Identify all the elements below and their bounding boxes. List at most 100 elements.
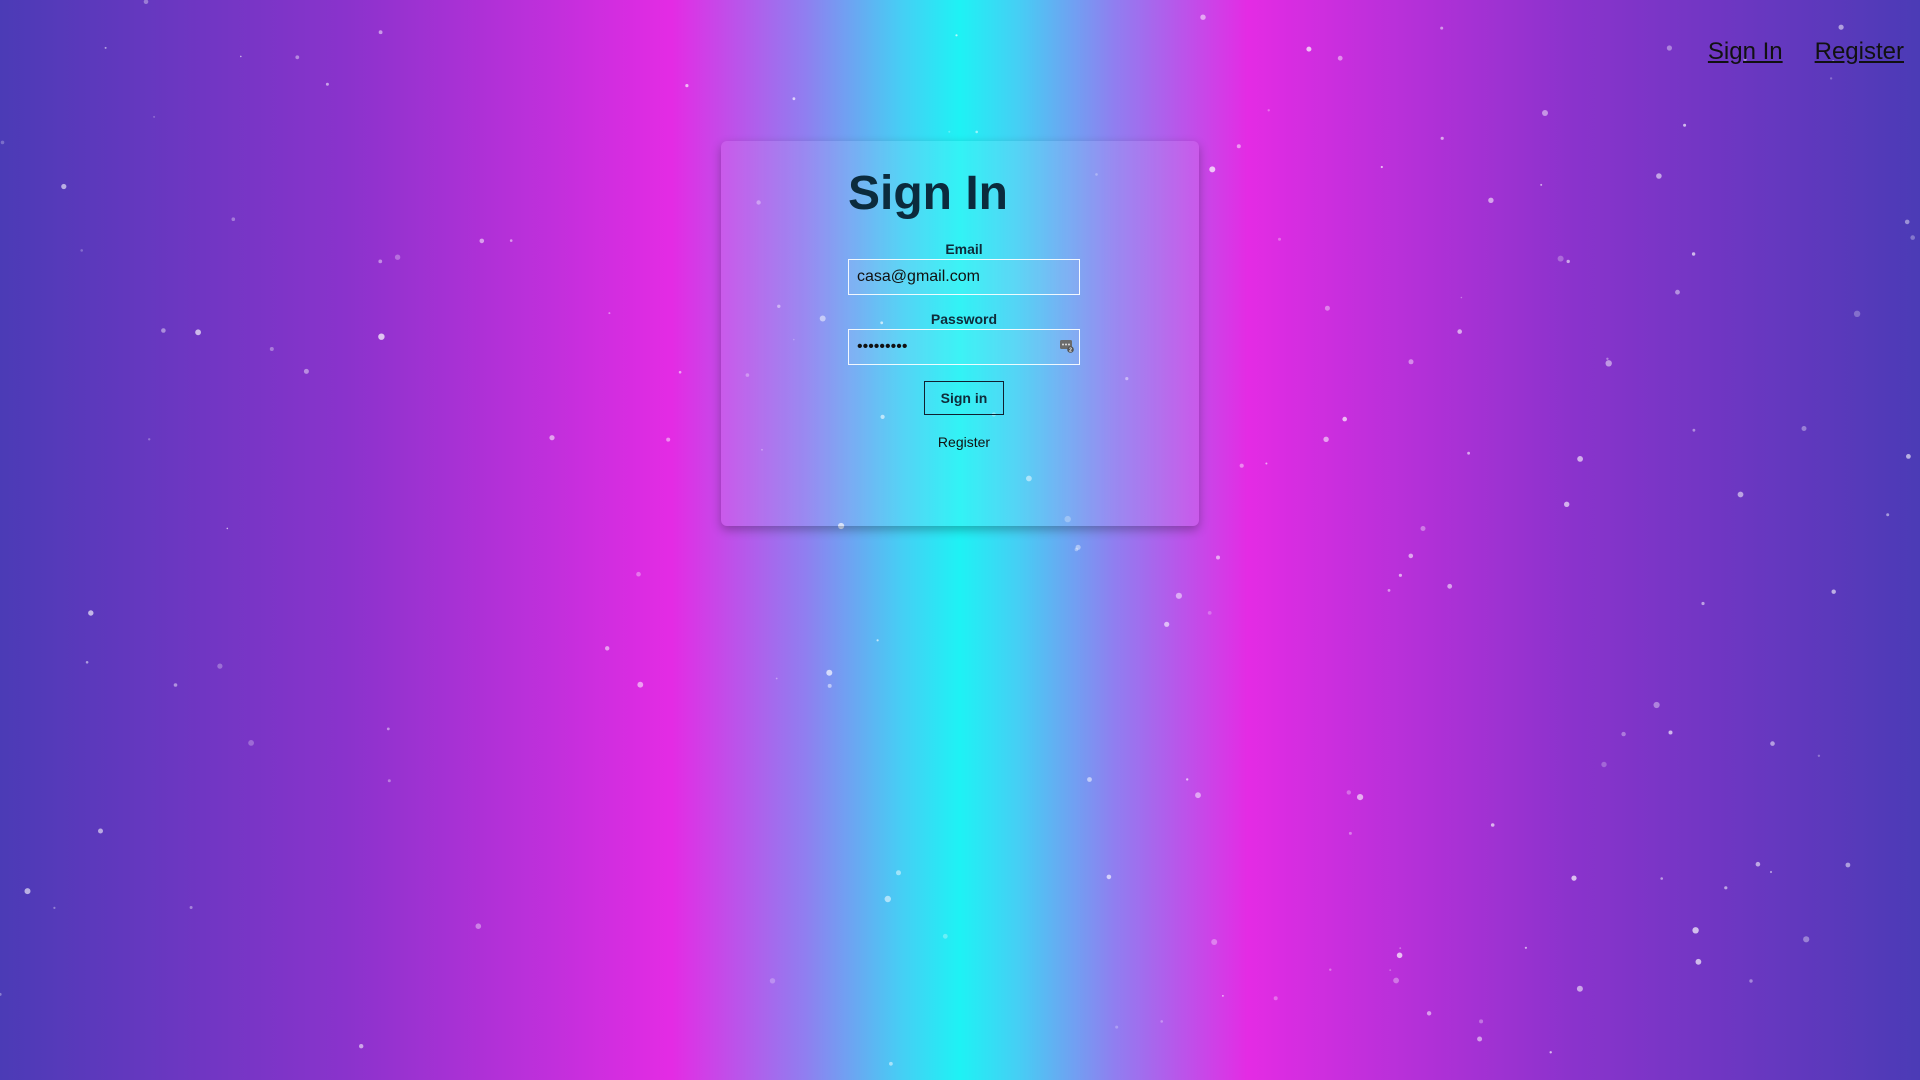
star-dot [889, 1061, 893, 1066]
star-dot [80, 249, 83, 252]
star-dot [1605, 360, 1612, 367]
star-dot [1164, 621, 1170, 627]
nav-sign-in-link[interactable]: Sign In [1708, 38, 1783, 66]
svg-text:2: 2 [1069, 348, 1072, 354]
star-dot [143, 0, 149, 4]
star-dot [1479, 1019, 1484, 1024]
star-dot [248, 740, 255, 746]
star-dot [1267, 109, 1270, 112]
star-dot [1910, 235, 1915, 240]
star-dot [161, 328, 166, 333]
star-dot [1691, 252, 1696, 256]
star-dot [1668, 730, 1673, 735]
star-dot [217, 663, 223, 669]
star-dot [1566, 259, 1570, 264]
star-dot [1396, 952, 1403, 959]
star-dot [148, 438, 151, 441]
star-dot [775, 677, 778, 680]
page-title: Sign In [848, 167, 1008, 220]
star-dot [1265, 462, 1268, 465]
star-dot [1393, 977, 1399, 984]
star-dot [1447, 583, 1453, 589]
star-dot [509, 239, 513, 242]
star-dot [1387, 589, 1391, 592]
star-dot [1346, 790, 1352, 795]
star-dot [1666, 45, 1672, 51]
star-dot [1460, 296, 1463, 299]
star-dot [884, 895, 891, 903]
star-dot [1769, 870, 1773, 874]
password-manager-icon[interactable]: 2 [1060, 339, 1074, 353]
star-dot [636, 571, 641, 577]
star-dot [1845, 862, 1851, 868]
star-dot [1239, 463, 1244, 468]
star-dot [1490, 823, 1495, 827]
star-dot [1457, 329, 1462, 334]
nav-register-link[interactable]: Register [1815, 38, 1904, 66]
star-dot [1440, 26, 1444, 30]
star-dot [1831, 589, 1836, 594]
star-dot [53, 906, 56, 910]
star-dot [1440, 136, 1444, 140]
star-dot [1606, 357, 1609, 360]
star-dot [1906, 454, 1911, 459]
star-dot [685, 84, 689, 88]
star-dot [0, 140, 5, 145]
star-dot [1278, 237, 1281, 241]
star-dot [1426, 1011, 1432, 1016]
top-nav: Sign In Register [1708, 38, 1904, 66]
star-dot [1838, 24, 1844, 30]
star-dot [1601, 761, 1607, 768]
star-dot [1817, 754, 1821, 757]
star-dot [1467, 451, 1470, 455]
star-dot [1542, 110, 1548, 116]
star-dot [1389, 969, 1392, 971]
star-dot [479, 238, 485, 244]
star-dot [1621, 731, 1626, 737]
star-dot [1695, 958, 1702, 965]
star-dot [386, 727, 390, 731]
star-dot [827, 683, 832, 688]
star-dot [608, 312, 611, 315]
star-dot [104, 46, 107, 49]
sign-in-form: Sign In Email Password 2 Sign in Registe… [848, 167, 1080, 450]
star-dot [975, 130, 978, 134]
star-dot [1324, 305, 1330, 311]
star-dot [394, 254, 401, 260]
star-dot [1216, 555, 1220, 560]
star-dot [1186, 778, 1189, 781]
star-dot [359, 1044, 364, 1049]
star-dot [948, 130, 951, 133]
star-dot [1886, 513, 1890, 517]
star-dot [1724, 886, 1728, 890]
star-dot [1829, 77, 1833, 80]
email-field[interactable] [849, 260, 1079, 295]
star-dot [1380, 165, 1383, 169]
star-dot [1348, 831, 1352, 835]
password-field[interactable] [849, 330, 1079, 365]
star-dot [1160, 1020, 1163, 1023]
star-dot [195, 329, 202, 336]
register-link[interactable]: Register [848, 434, 1080, 450]
star-dot [98, 828, 103, 834]
sign-in-button[interactable]: Sign in [924, 381, 1004, 416]
star-dot [378, 259, 383, 264]
star-dot [1577, 456, 1583, 462]
star-dot [378, 333, 385, 340]
star-dot [1211, 939, 1218, 945]
star-dot [303, 368, 309, 374]
star-dot [1488, 197, 1494, 203]
star-dot [61, 183, 67, 190]
star-dot [1675, 289, 1680, 295]
star-dot [666, 437, 671, 442]
star-dot [0, 992, 2, 996]
star-dot [1222, 995, 1224, 997]
star-dot [1755, 861, 1761, 867]
star-dot [826, 669, 833, 676]
star-dot [173, 683, 178, 687]
star-dot [1549, 1051, 1552, 1054]
star-dot [1209, 166, 1216, 173]
star-dot [1200, 14, 1206, 20]
star-dot [24, 888, 31, 895]
star-dot [1576, 985, 1583, 992]
